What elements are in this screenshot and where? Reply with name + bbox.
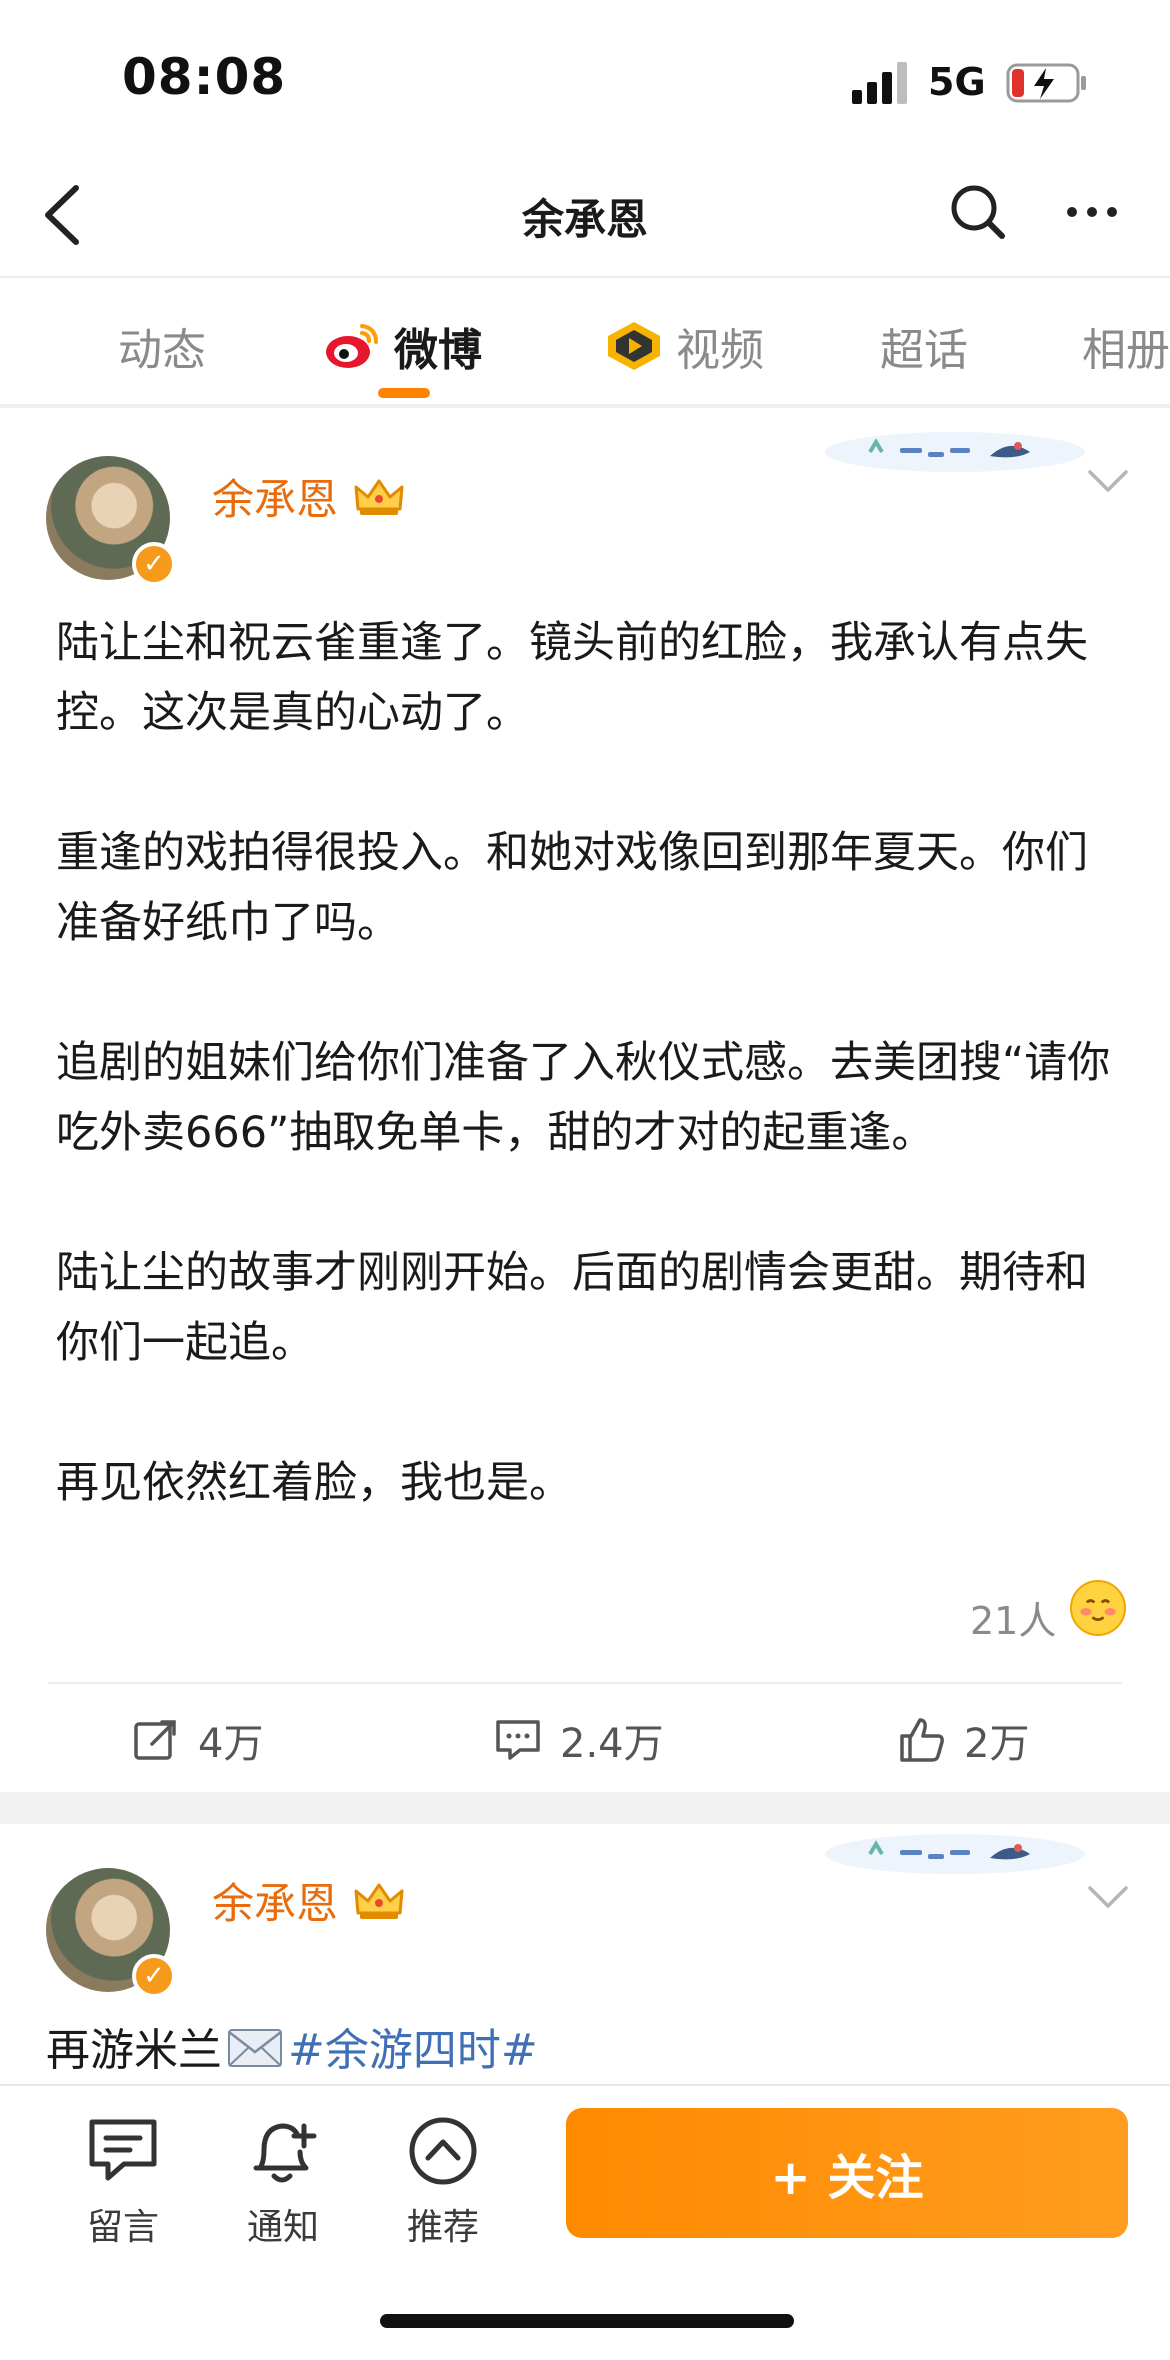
profile-tabs: 动态 微博 视频 超话 相册 xyxy=(0,280,1170,408)
status-bar: 08:08 5G xyxy=(0,0,1170,150)
tab-album[interactable]: 相册 xyxy=(1082,314,1170,378)
crown-icon xyxy=(354,1883,404,1919)
tab-weibo[interactable]: 微博 xyxy=(322,314,482,378)
battery-charging-icon xyxy=(1006,63,1086,103)
message-label: 留言 xyxy=(86,2207,159,2248)
network-type: 5G xyxy=(928,60,986,104)
recommend-button[interactable]: 推荐 xyxy=(388,2114,498,2250)
post-card[interactable]: ✓ 余承恩 陆让尘和祝云雀重逢了。镜头前的红脸，我承认有点失控。这次是真的心动了… xyxy=(0,412,1170,1792)
card-decoration xyxy=(825,1834,1085,1874)
verified-badge-icon: ✓ xyxy=(132,542,176,586)
signal-icon xyxy=(852,62,907,104)
blush-emoji-icon[interactable] xyxy=(1070,1580,1126,1636)
thumbs-up-icon xyxy=(900,1718,944,1762)
chevron-down-icon[interactable] xyxy=(1086,1882,1130,1912)
poster-name-text: 余承恩 xyxy=(212,1879,339,1928)
post-paragraph: 陆让尘的故事才刚刚开始。后面的剧情会更甜。期待和你们一起追。 xyxy=(56,1248,1088,1368)
post-paragraph: 再见依然红着脸，我也是。 xyxy=(56,1458,572,1508)
post-paragraph: 重逢的戏拍得很投入。和她对戏像回到那年夏天。你们准备好纸巾了吗。 xyxy=(56,828,1088,948)
envelope-emoji-icon xyxy=(228,2029,282,2067)
tab-label: 微博 xyxy=(394,325,482,376)
comment-count: 2.4万 xyxy=(560,1721,664,1767)
tab-label: 动态 xyxy=(118,325,206,376)
card-separator xyxy=(0,1792,1170,1824)
like-button[interactable]: 2万 xyxy=(898,1708,1029,1772)
tab-super-topic[interactable]: 超话 xyxy=(880,314,968,378)
like-count: 2万 xyxy=(964,1721,1030,1767)
bell-add-icon xyxy=(253,2123,317,2183)
reaction-count[interactable]: 21人 xyxy=(970,1590,1056,1645)
message-icon xyxy=(89,2119,157,2181)
more-icon[interactable] xyxy=(1060,180,1124,244)
screen: 08:08 5G 余承恩 动态 微博 视频 超话 相册 ✓ 余承恩 陆让尘和祝云… xyxy=(0,0,1170,2360)
recommend-label: 推荐 xyxy=(406,2207,479,2248)
repost-button[interactable]: 4万 xyxy=(132,1708,263,1772)
verified-badge-icon: ✓ xyxy=(132,1954,176,1998)
poster-name[interactable]: 余承恩 xyxy=(212,466,406,527)
avatar[interactable]: ✓ xyxy=(46,456,176,586)
post-card[interactable]: ✓ 余承恩 再游米兰 #余游四时# xyxy=(0,1824,1170,2084)
notify-label: 通知 xyxy=(246,2207,319,2248)
card-decoration xyxy=(825,432,1085,472)
tab-label: 相册 xyxy=(1082,325,1170,376)
message-button[interactable]: 留言 xyxy=(68,2114,178,2250)
comment-button[interactable]: 2.4万 xyxy=(494,1708,664,1772)
video-icon xyxy=(608,322,660,370)
notify-button[interactable]: 通知 xyxy=(228,2114,338,2250)
follow-button[interactable]: + 关注 xyxy=(566,2108,1128,2238)
poster-name[interactable]: 余承恩 xyxy=(212,1870,406,1931)
comment-icon xyxy=(496,1720,540,1760)
repost-icon xyxy=(134,1720,176,1760)
hashtag-link[interactable]: #余游四时# xyxy=(288,2014,538,2078)
tab-label: 超话 xyxy=(880,325,968,376)
crown-icon xyxy=(354,479,404,515)
active-tab-indicator xyxy=(378,388,430,398)
chevron-up-circle-icon xyxy=(409,2117,477,2185)
post-text: 陆让尘和祝云雀重逢了。镜头前的红脸，我承认有点失控。这次是真的心动了。 重逢的戏… xyxy=(56,608,1126,1518)
post-text: 再游米兰 #余游四时# xyxy=(46,2014,538,2078)
poster-name-text: 余承恩 xyxy=(212,475,339,524)
post-text-content: 再游米兰 xyxy=(46,2025,222,2076)
avatar[interactable]: ✓ xyxy=(46,1868,176,1998)
post-paragraph: 追剧的姐妹们给你们准备了入秋仪式感。去美团搜“请你吃外卖666”抽取免单卡，甜的… xyxy=(56,1038,1111,1158)
status-time: 08:08 xyxy=(122,48,287,106)
tab-video[interactable]: 视频 xyxy=(604,314,764,378)
tab-label: 视频 xyxy=(676,325,764,376)
chevron-down-icon[interactable] xyxy=(1086,466,1130,496)
search-icon[interactable] xyxy=(946,180,1010,244)
post-paragraph: 陆让尘和祝云雀重逢了。镜头前的红脸，我承认有点失控。这次是真的心动了。 xyxy=(56,618,1088,738)
weibo-icon xyxy=(326,324,378,368)
divider xyxy=(48,1682,1122,1684)
repost-count: 4万 xyxy=(198,1721,264,1767)
tab-feed[interactable]: 动态 xyxy=(118,314,206,378)
nav-bar: 余承恩 xyxy=(0,150,1170,278)
home-indicator xyxy=(380,2314,794,2328)
